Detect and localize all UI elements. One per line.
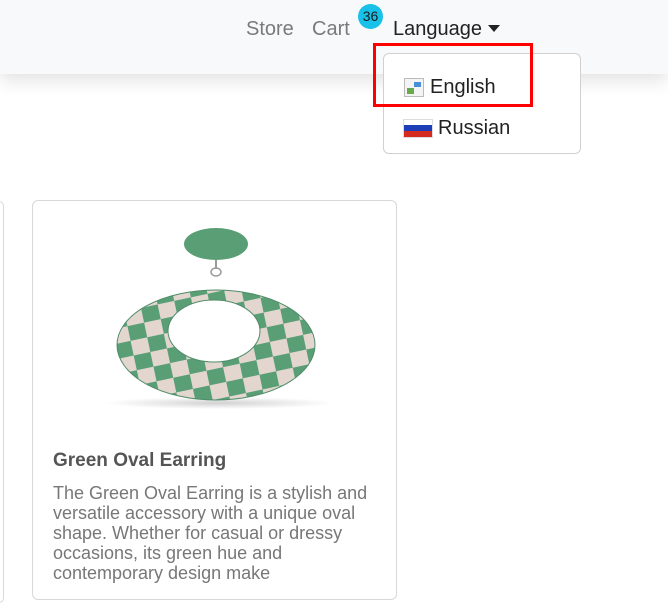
language-dropdown-menu: English Russian — [383, 53, 581, 154]
russia-flag-icon — [404, 119, 432, 137]
language-option-label: Russian — [438, 117, 511, 139]
caret-down-icon — [487, 25, 500, 32]
language-option-russian[interactable]: Russian — [404, 116, 510, 140]
language-label: Language — [393, 18, 482, 40]
product-title[interactable]: Green Oval Earring — [53, 450, 226, 472]
cart-count-badge: 36 — [358, 4, 383, 29]
language-dropdown-toggle[interactable]: Language — [393, 17, 500, 41]
product-description: The Green Oval Earring is a stylish and … — [53, 483, 368, 583]
language-option-label: English — [430, 76, 496, 98]
product-card: Green Oval Earring The Green Oval Earrin… — [32, 200, 397, 600]
broken-image-icon — [404, 77, 424, 97]
nav-cart-link[interactable]: Cart — [312, 17, 350, 41]
product-card-partial — [0, 201, 4, 603]
product-image[interactable] — [89, 227, 339, 413]
nav-store-link[interactable]: Store — [246, 17, 294, 41]
language-option-english[interactable]: English — [404, 75, 496, 99]
